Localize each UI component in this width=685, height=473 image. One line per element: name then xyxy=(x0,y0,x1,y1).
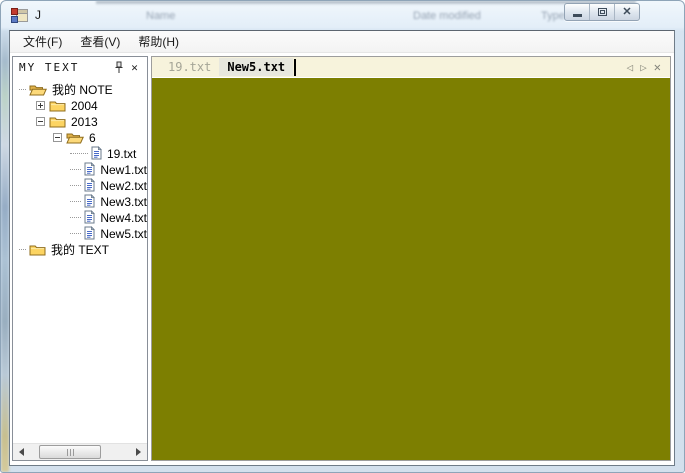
content-panel: 19.txt New5.txt ◁ ▷ ✕ xyxy=(151,56,671,461)
tree-connector xyxy=(70,200,82,202)
thumb-grip xyxy=(69,448,71,456)
collapse-icon[interactable] xyxy=(53,132,62,142)
tree-node[interactable]: 我的 TEXT xyxy=(13,241,147,257)
tree-connector xyxy=(19,248,26,250)
tree-node-label[interactable]: 2013 xyxy=(71,114,98,129)
collapse-icon[interactable] xyxy=(36,116,45,126)
tree-node-label[interactable]: New4.txt xyxy=(100,210,147,225)
document-icon xyxy=(84,178,96,192)
tree-node-label[interactable]: New2.txt xyxy=(100,178,147,193)
background-ghost-text-date-modified: Date modified xyxy=(413,10,481,22)
folder-open-icon xyxy=(66,131,84,144)
tree-node[interactable]: New4.txt xyxy=(13,209,147,225)
menu-item[interactable]: 文件(F) xyxy=(14,30,71,53)
tree-node-label[interactable]: 2004 xyxy=(71,98,98,113)
menu-item[interactable]: 帮助(H) xyxy=(129,30,188,53)
menubar: 文件(F) 查看(V) 帮助(H) xyxy=(10,31,674,53)
tree-node-label[interactable]: New3.txt xyxy=(100,194,147,209)
tree-node[interactable]: New3.txt xyxy=(13,193,147,209)
background-ghost-text-type: Type xyxy=(541,10,565,22)
tree-node-label[interactable]: New5.txt xyxy=(100,226,147,241)
tree-node[interactable]: 2004 xyxy=(13,97,147,113)
scrollbar-thumb[interactable] xyxy=(39,445,101,459)
close-button[interactable]: ✕ xyxy=(614,4,639,20)
maximize-button[interactable] xyxy=(589,4,614,20)
tree-node[interactable]: New5.txt xyxy=(13,225,147,241)
tree-node[interactable]: New1.txt xyxy=(13,161,147,177)
tree-node-label[interactable]: 我的 NOTE xyxy=(52,80,113,98)
minimize-icon xyxy=(572,13,582,17)
background-window-edge xyxy=(96,1,636,5)
horizontal-scrollbar[interactable] xyxy=(13,443,147,460)
text-cursor xyxy=(294,58,297,76)
sidebar-close-button[interactable]: ✕ xyxy=(127,60,144,75)
menu-item[interactable]: 查看(V) xyxy=(71,30,129,53)
tab-next-button[interactable]: ▷ xyxy=(640,62,647,73)
tree-connector xyxy=(70,168,82,170)
document-icon xyxy=(84,226,96,240)
scrollbar-track[interactable] xyxy=(30,444,130,460)
maximize-icon xyxy=(597,8,607,16)
titlebar[interactable]: J Name Date modified Type ✕ xyxy=(1,1,684,30)
scroll-left-button[interactable] xyxy=(13,444,30,460)
close-icon: ✕ xyxy=(622,5,632,18)
minimize-button[interactable] xyxy=(565,4,589,20)
scroll-right-icon xyxy=(136,448,141,456)
tree-connector xyxy=(70,152,88,154)
app-icon-blue-square xyxy=(11,16,18,23)
tree-connector xyxy=(70,184,82,186)
app-icon[interactable] xyxy=(11,7,28,24)
client-area: 文件(F) 查看(V) 帮助(H) MY TEXT ✕ 我的 NOTE 2004… xyxy=(9,30,675,466)
folder-closed-icon xyxy=(49,99,66,112)
folder-closed-icon xyxy=(29,243,46,256)
tree-connector xyxy=(19,88,26,90)
tab[interactable]: New5.txt xyxy=(219,58,294,76)
tree-node-label[interactable]: 6 xyxy=(89,130,96,145)
document-icon xyxy=(84,194,96,208)
tree-node[interactable]: 19.txt xyxy=(13,145,147,161)
scroll-right-button[interactable] xyxy=(130,444,147,460)
close-icon: ✕ xyxy=(131,60,140,74)
tabbar: 19.txt New5.txt ◁ ▷ ✕ xyxy=(152,57,670,78)
document-icon xyxy=(84,162,96,176)
document-icon xyxy=(84,210,96,224)
tab-close-button[interactable]: ✕ xyxy=(654,61,661,73)
tree-node[interactable]: New2.txt xyxy=(13,177,147,193)
folder-closed-icon xyxy=(49,115,66,128)
editor-area[interactable] xyxy=(152,78,670,460)
thumb-grip xyxy=(72,448,74,456)
pin-button[interactable] xyxy=(110,60,127,75)
tree-node[interactable]: 2013 xyxy=(13,113,147,129)
window-title: J xyxy=(35,8,41,22)
pin-icon xyxy=(115,61,122,73)
tree-node-label[interactable]: 19.txt xyxy=(107,146,136,161)
tree-connector xyxy=(70,232,82,234)
thumb-grip xyxy=(66,448,68,456)
document-icon xyxy=(91,146,102,160)
sidebar-header: MY TEXT ✕ xyxy=(13,57,147,77)
tree-node[interactable]: 6 xyxy=(13,129,147,145)
window-glass-border xyxy=(1,30,9,472)
folder-open-icon xyxy=(29,83,47,96)
background-ghost-text-name: Name xyxy=(146,10,176,22)
tree-node-label[interactable]: 我的 TEXT xyxy=(51,240,109,258)
app-icon-red-square xyxy=(11,8,18,15)
scroll-left-icon xyxy=(19,448,24,456)
tab-prev-button[interactable]: ◁ xyxy=(627,62,634,73)
window-controls: ✕ xyxy=(564,3,640,21)
tab-navigation: ◁ ▷ ✕ xyxy=(627,61,670,73)
tree-connector xyxy=(70,216,82,218)
expand-icon[interactable] xyxy=(36,100,45,110)
workspace: MY TEXT ✕ 我的 NOTE 2004 2013 6 19.txt New1.txt… xyxy=(10,53,674,465)
app-window: J Name Date modified Type ✕ 文件(F) 查看(V) 帮助… xyxy=(0,0,685,473)
sidebar-panel: MY TEXT ✕ 我的 NOTE 2004 2013 6 19.txt New1.txt… xyxy=(12,56,148,461)
tree: 我的 NOTE 2004 2013 6 19.txt New1.txt New2.txt Ne… xyxy=(13,77,147,443)
tree-node-label[interactable]: New1.txt xyxy=(100,162,147,177)
tab[interactable]: 19.txt xyxy=(160,58,219,76)
sidebar-title: MY TEXT xyxy=(19,60,80,74)
tab-list: 19.txt New5.txt xyxy=(160,58,297,76)
tree-node[interactable]: 我的 NOTE xyxy=(13,81,147,97)
